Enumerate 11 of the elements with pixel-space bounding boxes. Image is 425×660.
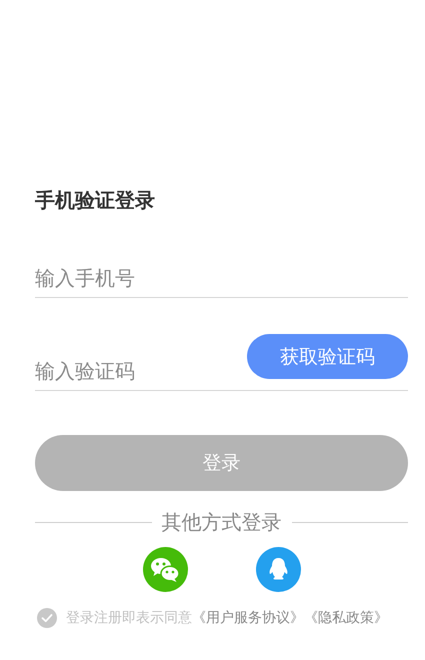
phone-input-field[interactable]: 输入手机号 bbox=[35, 263, 408, 297]
agreement-link[interactable]: 《隐私政策》 bbox=[304, 609, 388, 627]
code-input-field[interactable]: 输入验证码 bbox=[35, 356, 247, 390]
page-title: 手机验证登录 bbox=[35, 187, 156, 214]
penguin-icon[interactable] bbox=[256, 547, 300, 592]
agreement-link[interactable]: 《用户服务协议》 bbox=[192, 609, 304, 627]
get-code-button[interactable]: 获取验证码 bbox=[247, 334, 408, 379]
check-icon[interactable] bbox=[37, 608, 57, 628]
agreement-text: 登录注册即表示同意 bbox=[66, 609, 192, 627]
chat-bubbles-icon[interactable] bbox=[142, 547, 188, 592]
other-login-label: 其他方式登录 bbox=[160, 509, 282, 535]
